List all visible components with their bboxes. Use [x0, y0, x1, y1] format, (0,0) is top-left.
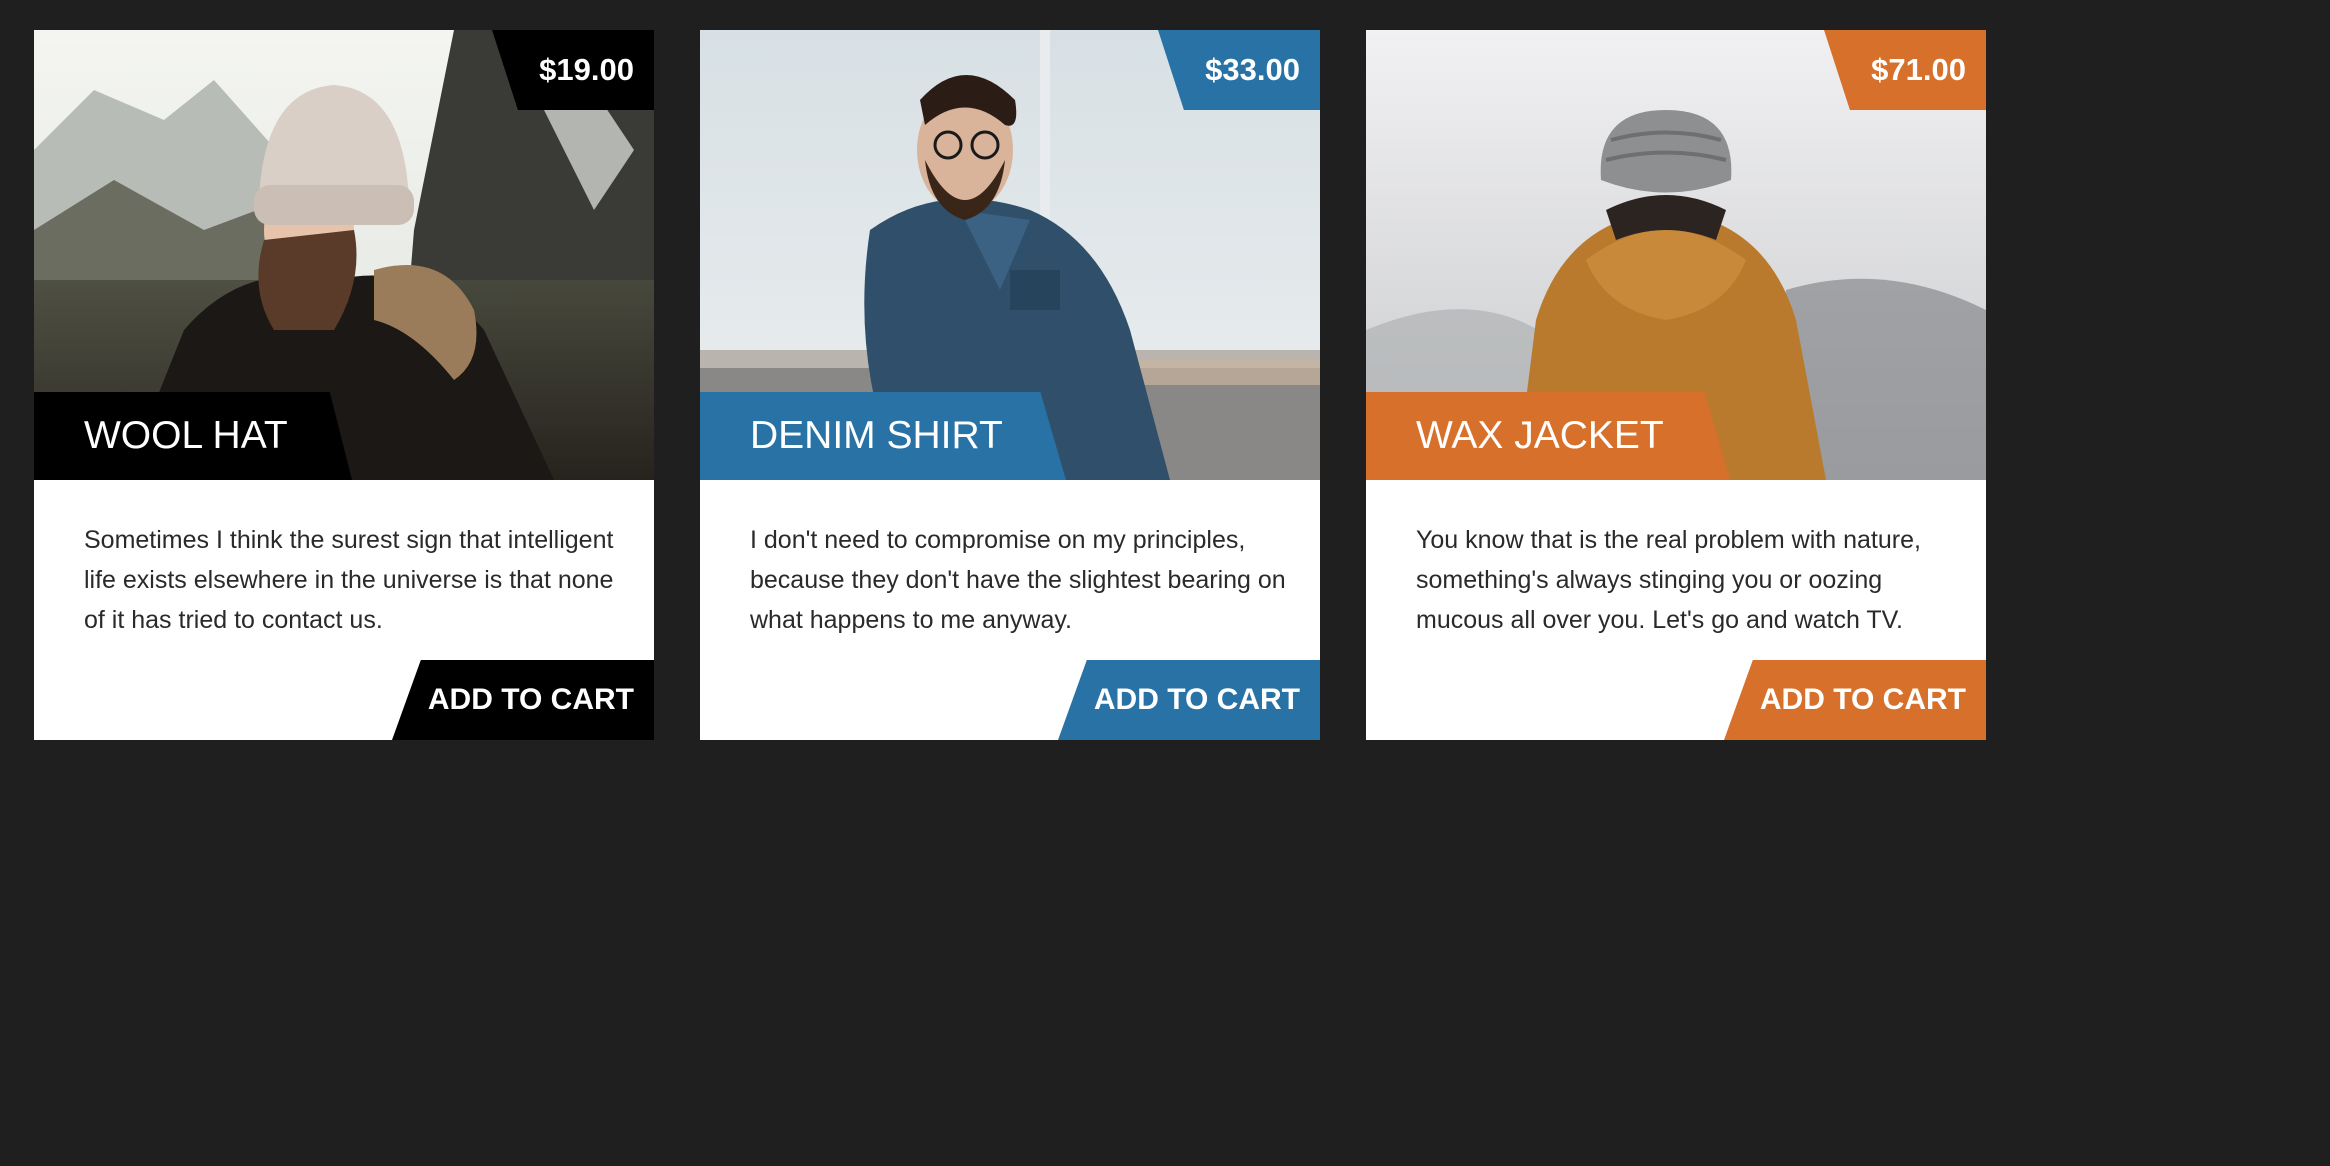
- product-image-denim-shirt: $33.00 DENIM SHIRT: [700, 30, 1320, 480]
- product-description: You know that is the real problem with n…: [1416, 526, 1921, 634]
- product-grid: $19.00 WOOL HAT Sometimes I think the su…: [0, 0, 2330, 1166]
- product-description: I don't need to compromise on my princip…: [750, 526, 1286, 634]
- product-card-wool-hat: $19.00 WOOL HAT Sometimes I think the su…: [34, 30, 654, 740]
- product-name: DENIM SHIRT: [700, 392, 1066, 480]
- add-to-cart-button[interactable]: ADD TO CART: [1058, 660, 1320, 740]
- product-card-denim-shirt: $33.00 DENIM SHIRT I don't need to compr…: [700, 30, 1320, 740]
- price-tag: $71.00: [1824, 30, 1986, 110]
- product-name: WOOL HAT: [34, 392, 352, 480]
- price-tag: $33.00: [1158, 30, 1320, 110]
- product-image-wax-jacket: $71.00 WAX JACKET: [1366, 30, 1986, 480]
- add-to-cart-button[interactable]: ADD TO CART: [392, 660, 654, 740]
- product-image-wool-hat: $19.00 WOOL HAT: [34, 30, 654, 480]
- product-name: WAX JACKET: [1366, 392, 1730, 480]
- product-description: Sometimes I think the surest sign that i…: [84, 526, 614, 634]
- add-to-cart-button[interactable]: ADD TO CART: [1724, 660, 1986, 740]
- product-card-wax-jacket: $71.00 WAX JACKET You know that is the r…: [1366, 30, 1986, 740]
- price-tag: $19.00: [492, 30, 654, 110]
